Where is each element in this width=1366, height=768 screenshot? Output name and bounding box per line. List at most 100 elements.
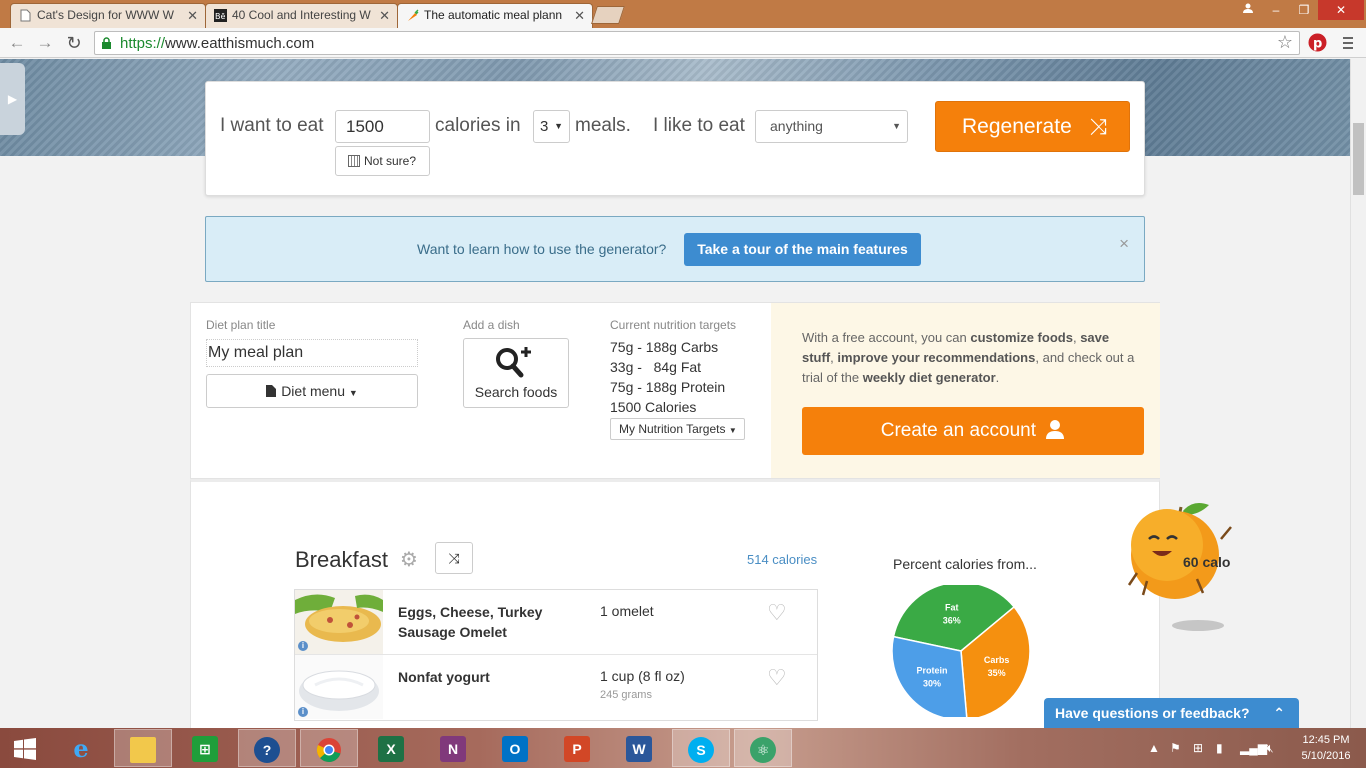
promo-text-part: .: [995, 370, 1000, 385]
like-to-eat-label: I like to eat: [653, 115, 745, 136]
tray-windows-icon[interactable]: ⊞: [1193, 728, 1203, 768]
diet-type-select[interactable]: anything ▼: [755, 110, 908, 143]
tab-40-cool[interactable]: Bē 40 Cool and Interesting W ✕: [205, 3, 398, 28]
create-account-button[interactable]: Create an account: [802, 407, 1144, 455]
food-amount[interactable]: 1 omelet: [600, 603, 654, 619]
reload-icon[interactable]: ↻: [63, 32, 85, 54]
diet-menu-label: Diet menu: [281, 383, 345, 399]
clock-time: 12:45 PM: [1302, 734, 1350, 746]
chevron-down-icon: ▼: [554, 121, 563, 131]
help-icon[interactable]: ?: [238, 729, 296, 767]
system-clock[interactable]: 12:45 PM 5/10/2016: [1296, 732, 1356, 764]
svg-text:Bē: Bē: [215, 12, 225, 21]
browser-tab-bar: Cat's Design for WWW W ✕ Bē 40 Cool and …: [0, 0, 1366, 28]
tab-title: The automatic meal plann: [424, 8, 563, 22]
tray-overflow-icon[interactable]: ▲: [1148, 728, 1160, 768]
chrome-logo: [316, 738, 341, 763]
take-tour-button[interactable]: Take a tour of the main features: [684, 233, 921, 266]
word-icon[interactable]: W: [610, 729, 668, 767]
file-explorer-icon[interactable]: [114, 729, 172, 767]
page-content: ▶ I want to eat 1500 calories in 3 ▼ mea…: [0, 59, 1350, 728]
tab-cats-design[interactable]: Cat's Design for WWW W ✕: [10, 3, 206, 28]
skype-icon[interactable]: S: [672, 729, 730, 767]
diet-menu-button[interactable]: Diet menu ▼: [206, 374, 418, 408]
address-bar[interactable]: https://www.eatthismuch.com ☆: [94, 31, 1300, 55]
restore-button[interactable]: ❐: [1290, 0, 1318, 20]
tab-close-icon[interactable]: ✕: [187, 4, 198, 27]
account-promo: With a free account, you can customize f…: [771, 303, 1160, 478]
meals-count-select[interactable]: 3 ▼: [533, 110, 570, 143]
close-icon[interactable]: ×: [1119, 234, 1129, 254]
diet-plan-title-input[interactable]: My meal plan: [206, 339, 418, 367]
close-window-button[interactable]: ✕: [1318, 0, 1364, 20]
volume-muted-icon[interactable]: 🔇︎: [1266, 728, 1274, 768]
clock-date: 5/10/2016: [1301, 750, 1351, 762]
diet-plan-title-label: Diet plan title: [206, 318, 276, 332]
food-amount[interactable]: 1 cup (8 fl oz): [600, 668, 685, 684]
list-item[interactable]: i Eggs, Cheese, Turkey Sausage Omelet 1 …: [295, 590, 817, 655]
tour-banner: Want to learn how to use the generator? …: [205, 216, 1145, 282]
caret-down-icon: ▼: [348, 388, 358, 398]
heart-icon[interactable]: ♡: [767, 665, 787, 691]
network-icon[interactable]: ▂▄▆: [1240, 728, 1267, 768]
scrollbar-thumb[interactable]: [1353, 123, 1364, 195]
info-icon[interactable]: i: [298, 707, 308, 717]
internet-explorer-icon[interactable]: e: [52, 729, 110, 767]
excel-icon[interactable]: X: [362, 729, 420, 767]
minimize-button[interactable]: ‒: [1262, 0, 1290, 20]
new-tab-button[interactable]: [591, 6, 625, 24]
my-nutrition-targets-label: My Nutrition Targets: [619, 422, 726, 436]
regenerate-label: Regenerate: [962, 115, 1072, 138]
chevron-up-icon: ⌃: [1273, 705, 1285, 721]
my-nutrition-targets-button[interactable]: My Nutrition Targets ▼: [610, 418, 745, 440]
menu-icon[interactable]: [1341, 35, 1355, 51]
atom-icon[interactable]: ⚛: [734, 729, 792, 767]
regenerate-button[interactable]: Regenerate ⤨: [935, 101, 1130, 152]
shuffle-meal-button[interactable]: ⤨: [435, 542, 473, 574]
gear-icon[interactable]: ⚙: [400, 547, 418, 572]
powerpoint-icon[interactable]: P: [548, 729, 606, 767]
not-sure-label: Not sure?: [364, 154, 417, 168]
create-account-label: Create an account: [880, 420, 1036, 441]
shuffle-icon: ⤨: [1089, 114, 1107, 139]
calories-input[interactable]: 1500: [335, 110, 430, 143]
flag-icon[interactable]: ⚑: [1170, 728, 1181, 768]
search-foods-button[interactable]: Search foods: [463, 338, 569, 408]
tab-close-icon[interactable]: ✕: [379, 4, 390, 27]
user-icon: [1046, 420, 1065, 439]
food-name[interactable]: Nonfat yogurt: [398, 667, 568, 687]
side-panel-toggle[interactable]: ▶: [0, 63, 25, 135]
profile-icon[interactable]: [1234, 0, 1262, 20]
promo-text-part: With a free account, you can: [802, 330, 971, 345]
tab-meal-planner[interactable]: The automatic meal plann ✕: [397, 3, 593, 28]
add-dish-label: Add a dish: [463, 318, 520, 332]
page-icon: [20, 9, 31, 22]
battery-icon[interactable]: ▮: [1216, 728, 1223, 768]
yogurt-image: [295, 655, 383, 719]
bookmark-star-icon[interactable]: ☆: [1277, 32, 1293, 53]
back-arrow-icon[interactable]: ←: [6, 32, 28, 54]
not-sure-button[interactable]: Not sure?: [335, 146, 430, 176]
list-item[interactable]: i Nonfat yogurt 1 cup (8 fl oz) 245 gram…: [295, 655, 817, 720]
peach-mascot[interactable]: 60 calo: [1127, 499, 1237, 599]
forward-arrow-icon[interactable]: →: [34, 32, 56, 54]
pinterest-icon[interactable]: p: [1308, 33, 1327, 52]
start-button[interactable]: [0, 729, 50, 767]
mascot-shadow: [1172, 620, 1224, 631]
tab-close-icon[interactable]: ✕: [574, 4, 585, 27]
food-weight: 245 grams: [600, 689, 652, 701]
caret-down-icon: ▼: [728, 426, 737, 435]
chrome-icon[interactable]: [300, 729, 358, 767]
feedback-widget[interactable]: Have questions or feedback? ⌃: [1044, 698, 1299, 728]
heart-icon[interactable]: ♡: [767, 600, 787, 626]
pie-slice-percent: 35%: [988, 668, 1006, 678]
page-scrollbar[interactable]: [1350, 59, 1366, 728]
info-icon[interactable]: i: [298, 641, 308, 651]
meal-calories[interactable]: 514 calories: [747, 552, 817, 567]
outlook-icon[interactable]: O: [486, 729, 544, 767]
meals-label: meals.: [575, 115, 631, 136]
food-name[interactable]: Eggs, Cheese, Turkey Sausage Omelet: [398, 602, 568, 642]
onenote-icon[interactable]: N: [424, 729, 482, 767]
pie-slice-percent: 30%: [923, 679, 941, 689]
store-icon[interactable]: ⊞: [176, 729, 234, 767]
